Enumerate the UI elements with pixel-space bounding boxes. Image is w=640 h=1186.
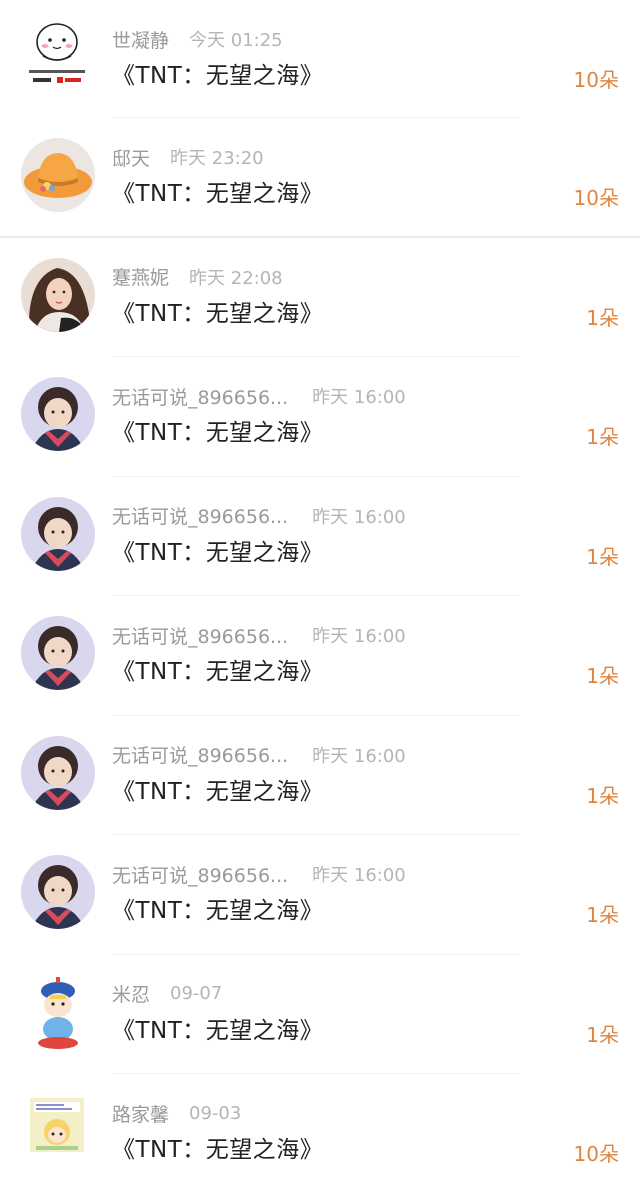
- child-photo-avatar[interactable]: [21, 735, 95, 810]
- list-item[interactable]: 无话可说_896656... 昨天 16:00 《TNT：无望之海》 1朵: [0, 716, 640, 835]
- bun-sticker-avatar[interactable]: [23, 18, 91, 92]
- gift-time: 昨天 16:00: [312, 745, 406, 767]
- child-photo-avatar[interactable]: [21, 616, 95, 690]
- sender-name[interactable]: 邸天: [112, 144, 150, 171]
- gift-time: 09-07: [170, 983, 223, 1004]
- book-title[interactable]: 《TNT：无望之海》: [112, 413, 323, 447]
- list-item[interactable]: 米忍 09-07 《TNT：无望之海》 1朵: [0, 955, 640, 1074]
- sender-name[interactable]: 无话可说_896656...: [112, 502, 288, 529]
- gift-amount: 10朵: [573, 1142, 619, 1166]
- gift-list: 世凝静 今天 01:25 《TNT：无望之海》 10朵 邸天 昨天 23:20 …: [0, 0, 640, 1186]
- book-title[interactable]: 《TNT：无望之海》: [112, 1130, 323, 1164]
- book-title[interactable]: 《TNT：无望之海》: [112, 294, 323, 328]
- sender-meta: 蹇燕妮 昨天 22:08: [112, 262, 283, 292]
- cartoon-official-avatar[interactable]: [28, 976, 88, 1049]
- list-item[interactable]: 无话可说_896656... 昨天 16:00 《TNT：无望之海》 1朵: [0, 835, 640, 955]
- sender-meta: 无话可说_896656... 昨天 16:00: [112, 501, 406, 531]
- book-title[interactable]: 《TNT：无望之海》: [112, 533, 323, 567]
- sender-meta: 无话可说_896656... 昨天 16:00: [112, 740, 406, 770]
- book-title[interactable]: 《TNT：无望之海》: [112, 891, 323, 925]
- sender-meta: 米忍 09-07: [112, 979, 222, 1009]
- list-item[interactable]: 无话可说_896656... 昨天 16:00 《TNT：无望之海》 1朵: [0, 357, 640, 477]
- list-item[interactable]: 路家馨 09-03 《TNT：无望之海》 10朵: [0, 1074, 640, 1186]
- sender-name[interactable]: 世凝静: [112, 26, 169, 53]
- gift-amount: 1朵: [586, 425, 619, 449]
- list-item[interactable]: 邸天 昨天 23:20 《TNT：无望之海》 10朵: [0, 118, 640, 238]
- book-title[interactable]: 《TNT：无望之海》: [112, 772, 323, 806]
- sender-name[interactable]: 路家馨: [112, 1100, 169, 1127]
- child-photo-avatar[interactable]: [21, 496, 95, 571]
- gift-time: 09-03: [189, 1102, 242, 1124]
- list-item[interactable]: 无话可说_896656... 昨天 16:00 《TNT：无望之海》 1朵: [0, 596, 640, 716]
- child-photo-avatar[interactable]: [21, 377, 95, 451]
- woman-selfie-avatar[interactable]: [21, 257, 95, 332]
- sender-meta: 无话可说_896656... 昨天 16:00: [112, 620, 406, 650]
- orange-hat-avatar[interactable]: [21, 138, 95, 212]
- sender-name[interactable]: 蹇燕妮: [112, 263, 169, 290]
- list-item[interactable]: 无话可说_896656... 昨天 16:00 《TNT：无望之海》 1朵: [0, 477, 640, 596]
- gift-time: 昨天 16:00: [312, 387, 406, 408]
- list-item[interactable]: 世凝静 今天 01:25 《TNT：无望之海》 10朵: [0, 0, 640, 118]
- gift-time: 昨天 16:00: [312, 506, 406, 528]
- sender-name[interactable]: 无话可说_896656...: [112, 861, 288, 888]
- gift-time: 今天 01:25: [189, 30, 283, 51]
- gift-amount: 1朵: [586, 903, 619, 927]
- sender-meta: 路家馨 09-03: [112, 1098, 241, 1128]
- cartoon-meme-avatar[interactable]: [30, 1098, 84, 1152]
- gift-amount: 10朵: [573, 186, 619, 210]
- gift-amount: 1朵: [586, 1022, 619, 1047]
- sender-meta: 世凝静 今天 01:25: [112, 24, 283, 54]
- gift-amount: 1朵: [586, 783, 619, 808]
- list-item[interactable]: 蹇燕妮 昨天 22:08 《TNT：无望之海》 1朵: [0, 238, 640, 357]
- sender-meta: 无话可说_896656... 昨天 16:00: [112, 381, 406, 411]
- sender-name[interactable]: 无话可说_896656...: [112, 741, 288, 768]
- gift-amount: 1朵: [586, 544, 619, 569]
- sender-meta: 邸天 昨天 23:20: [112, 142, 264, 172]
- gift-amount: 1朵: [586, 664, 619, 688]
- gift-time: 昨天 22:08: [189, 267, 283, 289]
- book-title[interactable]: 《TNT：无望之海》: [112, 652, 323, 686]
- gift-time: 昨天 23:20: [170, 148, 264, 169]
- sender-name[interactable]: 米忍: [112, 980, 150, 1007]
- book-title[interactable]: 《TNT：无望之海》: [112, 174, 323, 208]
- gift-time: 昨天 16:00: [312, 626, 406, 647]
- gift-amount: 1朵: [586, 305, 619, 330]
- gift-amount: 10朵: [573, 68, 619, 92]
- sender-name[interactable]: 无话可说_896656...: [112, 622, 288, 649]
- sender-meta: 无话可说_896656... 昨天 16:00: [112, 859, 406, 889]
- book-title[interactable]: 《TNT：无望之海》: [112, 56, 323, 90]
- sender-name[interactable]: 无话可说_896656...: [112, 383, 288, 410]
- gift-time: 昨天 16:00: [312, 865, 406, 886]
- child-photo-avatar[interactable]: [21, 855, 95, 929]
- book-title[interactable]: 《TNT：无望之海》: [112, 1011, 323, 1045]
